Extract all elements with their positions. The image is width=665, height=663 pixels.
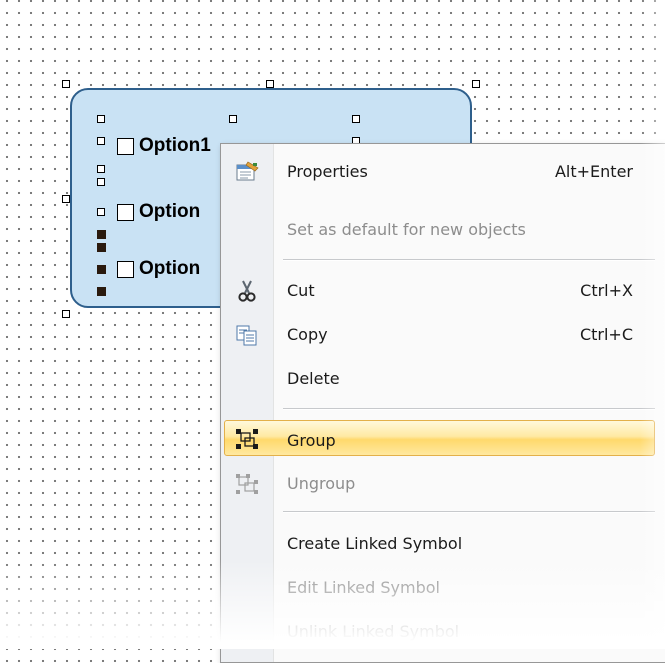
menu-item-ungroup[interactable]: Ungroup: [221, 462, 665, 506]
option-checkbox[interactable]: [117, 137, 134, 155]
menu-item-label: Unlink Linked Symbol: [287, 622, 460, 641]
option-label: Option1: [139, 135, 211, 156]
menu-item-label: Group: [287, 431, 336, 450]
option-label: Option: [139, 201, 201, 222]
object-handle[interactable]: [229, 115, 237, 123]
selection-handle-top-right[interactable]: [472, 80, 480, 88]
option-row[interactable]: Option: [117, 201, 200, 223]
object-handle-filled[interactable]: [97, 287, 106, 296]
selection-handle-middle-left[interactable]: [62, 195, 70, 203]
selection-handle-top-center[interactable]: [266, 80, 274, 88]
selection-handle-bottom-left[interactable]: [62, 310, 70, 318]
ungroup-icon: [234, 472, 260, 496]
object-handle[interactable]: [97, 137, 105, 145]
menu-item-label: Copy: [287, 325, 328, 344]
menu-separator: [283, 259, 655, 261]
context-menu: Properties Alt+Enter Set as default for …: [220, 143, 665, 663]
menu-item-shortcut: Ctrl+C: [579, 325, 633, 344]
menu-item-edit-linked-symbol[interactable]: Edit Linked Symbol: [221, 566, 665, 610]
menu-item-cut[interactable]: Cut Ctrl+X: [221, 269, 665, 313]
menu-separator: [283, 511, 655, 513]
group-icon: [234, 427, 260, 451]
menu-item-delete[interactable]: Delete: [221, 357, 665, 401]
menu-item-label: Properties: [287, 162, 368, 181]
copy-icon: [234, 323, 260, 347]
option-row[interactable]: Option: [117, 258, 200, 280]
object-handle-filled[interactable]: [97, 265, 106, 274]
menu-item-group[interactable]: Group: [221, 417, 665, 461]
menu-item-copy[interactable]: Copy Ctrl+C: [221, 313, 665, 357]
menu-item-label: Delete: [287, 369, 340, 388]
object-handle[interactable]: [97, 115, 105, 123]
selection-handle-top-left[interactable]: [62, 80, 70, 88]
option-row[interactable]: Option1: [117, 135, 211, 157]
menu-separator: [283, 408, 655, 410]
menu-item-label: Set as default for new objects: [287, 220, 526, 239]
scissors-icon: [234, 279, 260, 303]
option-checkbox[interactable]: [117, 260, 134, 278]
menu-item-set-as-default[interactable]: Set as default for new objects: [221, 208, 665, 252]
properties-icon: [234, 160, 260, 184]
object-handle-filled[interactable]: [97, 243, 106, 252]
object-handle[interactable]: [97, 165, 105, 173]
menu-item-label: Cut: [287, 281, 315, 300]
option-label: Option: [139, 258, 201, 279]
menu-item-unlink-linked-symbol[interactable]: Unlink Linked Symbol: [221, 610, 665, 654]
object-handle-filled[interactable]: [97, 230, 106, 239]
menu-item-label: Create Linked Symbol: [287, 534, 463, 553]
menu-item-label: Ungroup: [287, 474, 356, 493]
menu-item-label: Edit Linked Symbol: [287, 578, 440, 597]
object-handle[interactable]: [352, 115, 360, 123]
object-handle[interactable]: [97, 178, 105, 186]
object-handle[interactable]: [97, 208, 105, 216]
menu-item-shortcut: Alt+Enter: [554, 162, 633, 181]
option-checkbox[interactable]: [117, 203, 134, 221]
menu-item-properties[interactable]: Properties Alt+Enter: [221, 150, 665, 194]
menu-item-create-linked-symbol[interactable]: Create Linked Symbol: [221, 522, 665, 566]
menu-item-shortcut: Ctrl+X: [580, 281, 633, 300]
